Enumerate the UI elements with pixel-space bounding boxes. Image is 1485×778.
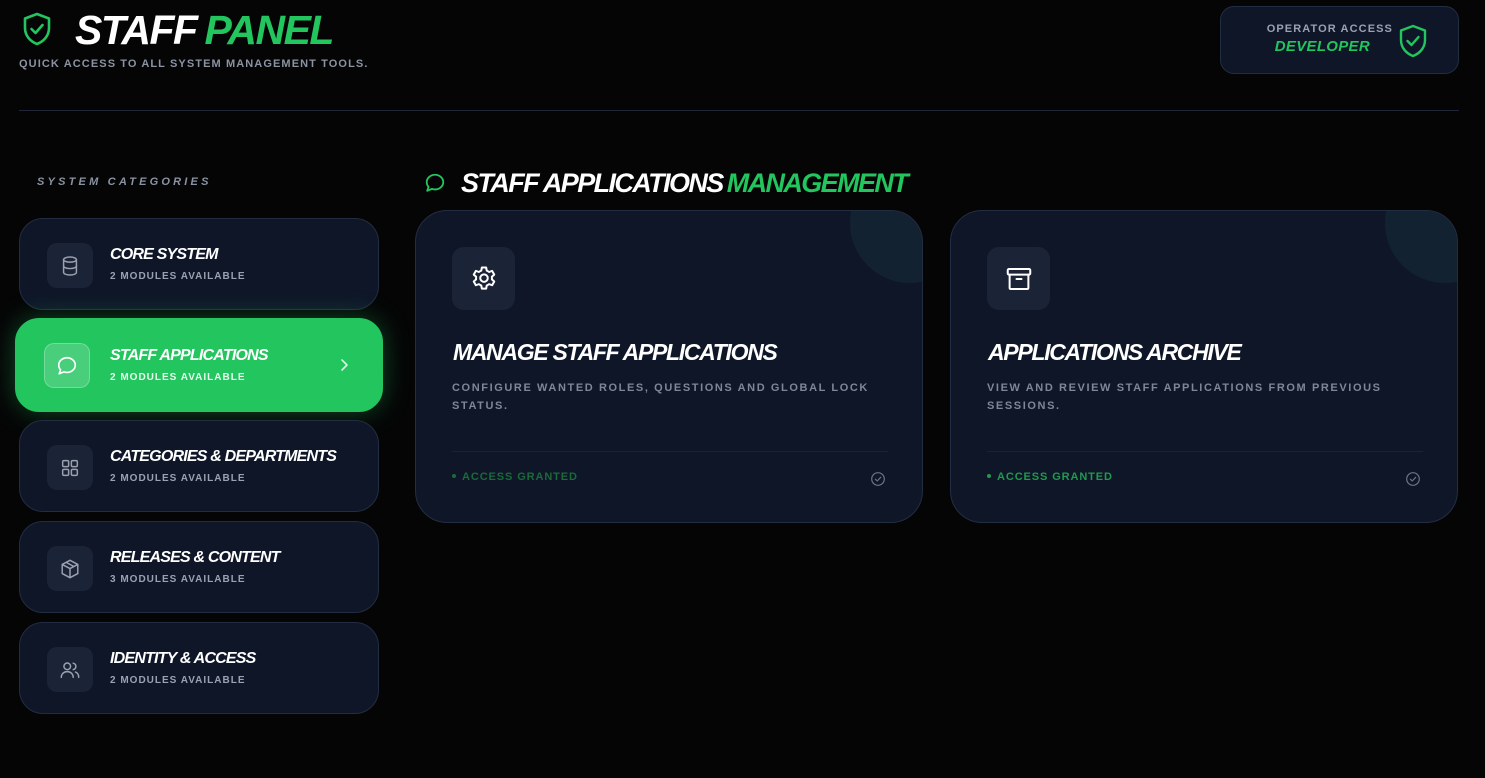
section-title-main: STAFF APPLICATIONS	[461, 168, 724, 198]
gear-icon	[452, 247, 515, 310]
status-dot	[452, 474, 456, 478]
sidebar-item-module-count: 2 MODULES AVAILABLE	[110, 271, 246, 282]
archive-icon	[987, 247, 1050, 310]
module-card-applications-archive[interactable]: APPLICATIONS ARCHIVE VIEW AND REVIEW STA…	[950, 210, 1458, 523]
section-title-accent: MANAGEMENT	[726, 168, 909, 198]
card-decoration	[1385, 211, 1457, 283]
operator-role: DEVELOPER	[1274, 38, 1370, 55]
card-divider	[452, 451, 888, 452]
sidebar-item-identity-access[interactable]: IDENTITY & ACCESS 2 MODULES AVAILABLE	[19, 622, 379, 714]
page-subtitle: QUICK ACCESS TO ALL SYSTEM MANAGEMENT TO…	[19, 58, 369, 70]
card-title: APPLICATIONS ARCHIVE	[988, 339, 1242, 365]
shield-check-icon	[23, 12, 51, 46]
page-title: STAFF PANEL	[75, 6, 335, 54]
sidebar-item-core-system[interactable]: CORE SYSTEM 2 MODULES AVAILABLE	[19, 218, 379, 310]
sidebar-item-module-count: 2 MODULES AVAILABLE	[110, 675, 246, 686]
module-card-manage-staff-applications[interactable]: MANAGE STAFF APPLICATIONS CONFIGURE WANT…	[415, 210, 923, 523]
sidebar-item-releases-content[interactable]: RELEASES & CONTENT 3 MODULES AVAILABLE	[19, 521, 379, 613]
sidebar-item-label: STAFF APPLICATIONS	[110, 347, 269, 364]
page-title-main: STAFF	[75, 7, 198, 53]
staff-panel-page: STAFF PANEL QUICK ACCESS TO ALL SYSTEM MA…	[0, 0, 1485, 778]
operator-access-label: OPERATOR ACCESS	[1266, 23, 1393, 35]
chat-bubble-icon	[425, 173, 445, 192]
access-status-label: ACCESS GRANTED	[462, 471, 578, 483]
operator-access-badge: OPERATOR ACCESS DEVELOPER	[1220, 6, 1459, 74]
sidebar-heading: SYSTEM CATEGORIES	[37, 176, 212, 188]
chevron-right-icon	[341, 359, 348, 371]
sidebar-item-label: IDENTITY & ACCESS	[110, 650, 256, 667]
sidebar-item-categories-departments[interactable]: CATEGORIES & DEPARTMENTS 2 MODULES AVAIL…	[19, 420, 379, 512]
card-divider	[987, 451, 1423, 452]
check-circle-icon	[1406, 472, 1420, 486]
check-circle-icon	[871, 472, 885, 486]
header-divider	[19, 110, 1459, 111]
access-status: ACCESS GRANTED	[987, 471, 1113, 483]
sidebar-item-label: RELEASES & CONTENT	[110, 549, 280, 566]
card-description: CONFIGURE WANTED ROLES, QUESTIONS AND GL…	[452, 382, 869, 412]
section-title: STAFF APPLICATIONS MANAGEMENT	[461, 166, 909, 200]
page-title-accent: PANEL	[204, 7, 335, 53]
sidebar-item-module-count: 2 MODULES AVAILABLE	[110, 372, 246, 383]
database-icon	[47, 243, 93, 288]
users-icon	[47, 647, 93, 692]
card-decoration	[850, 211, 922, 283]
status-dot	[987, 474, 991, 478]
chat-bubble-icon	[44, 343, 90, 388]
sidebar-item-module-count: 2 MODULES AVAILABLE	[110, 473, 246, 484]
shield-check-icon	[1399, 24, 1427, 58]
grid-icon	[47, 445, 93, 490]
access-status-label: ACCESS GRANTED	[997, 471, 1113, 483]
card-title: MANAGE STAFF APPLICATIONS	[453, 339, 778, 365]
sidebar-item-label: CORE SYSTEM	[110, 246, 218, 263]
sidebar-item-module-count: 3 MODULES AVAILABLE	[110, 574, 246, 585]
sidebar-item-staff-applications[interactable]: STAFF APPLICATIONS 2 MODULES AVAILABLE	[15, 318, 383, 412]
sidebar-item-label: CATEGORIES & DEPARTMENTS	[110, 448, 337, 465]
card-description: VIEW AND REVIEW STAFF APPLICATIONS FROM …	[987, 382, 1382, 412]
package-icon	[47, 546, 93, 591]
access-status: ACCESS GRANTED	[452, 471, 578, 483]
